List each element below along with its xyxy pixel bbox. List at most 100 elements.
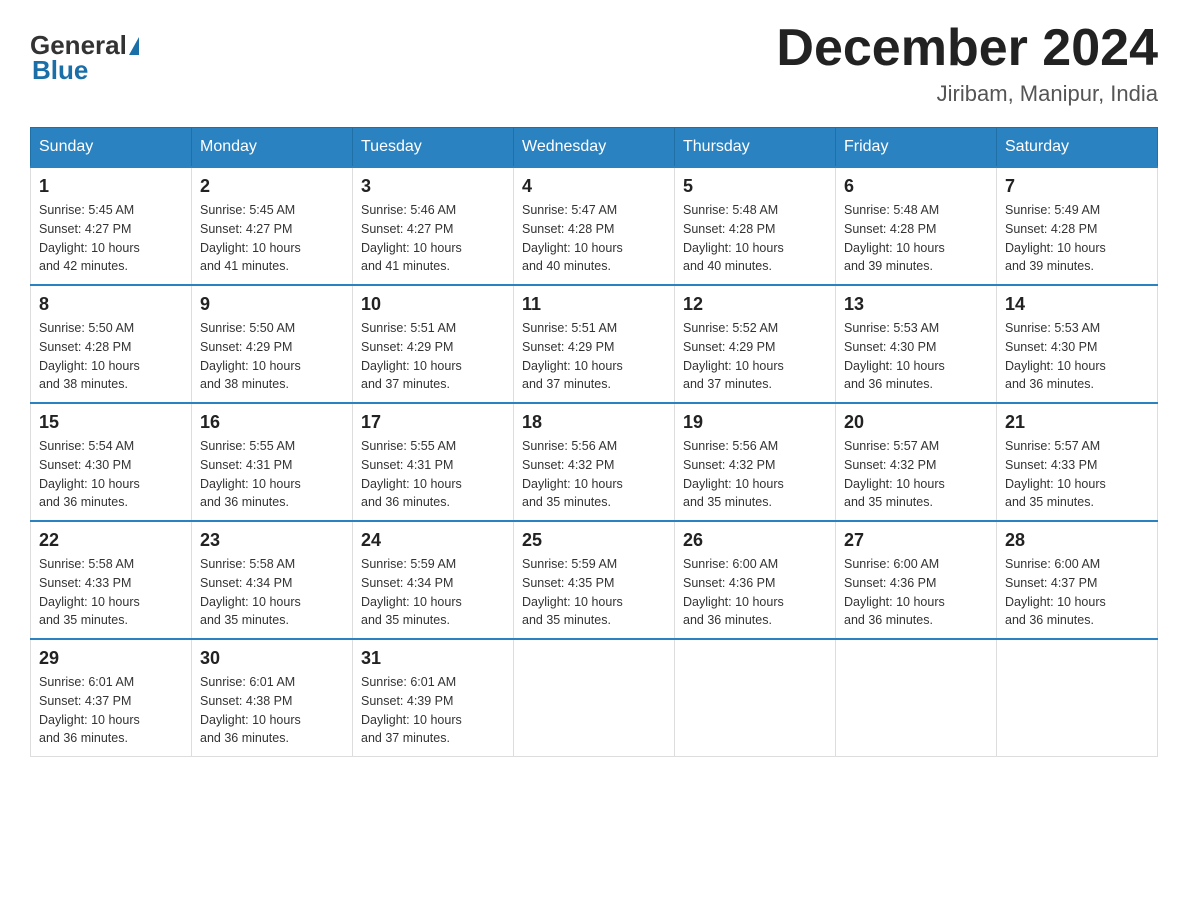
calendar-cell: 10 Sunrise: 5:51 AM Sunset: 4:29 PM Dayl… [353,285,514,403]
week-row-2: 8 Sunrise: 5:50 AM Sunset: 4:28 PM Dayli… [31,285,1158,403]
day-number: 21 [1005,412,1149,433]
day-number: 6 [844,176,988,197]
day-info: Sunrise: 5:59 AM Sunset: 4:35 PM Dayligh… [522,555,666,630]
day-info: Sunrise: 5:46 AM Sunset: 4:27 PM Dayligh… [361,201,505,276]
day-info: Sunrise: 5:47 AM Sunset: 4:28 PM Dayligh… [522,201,666,276]
calendar-cell: 22 Sunrise: 5:58 AM Sunset: 4:33 PM Dayl… [31,521,192,639]
day-info: Sunrise: 5:45 AM Sunset: 4:27 PM Dayligh… [39,201,183,276]
calendar-cell: 26 Sunrise: 6:00 AM Sunset: 4:36 PM Dayl… [675,521,836,639]
day-info: Sunrise: 5:53 AM Sunset: 4:30 PM Dayligh… [844,319,988,394]
day-number: 27 [844,530,988,551]
day-number: 12 [683,294,827,315]
day-number: 31 [361,648,505,669]
day-number: 10 [361,294,505,315]
day-number: 3 [361,176,505,197]
header-wednesday: Wednesday [514,128,675,168]
calendar-cell: 13 Sunrise: 5:53 AM Sunset: 4:30 PM Dayl… [836,285,997,403]
calendar-cell: 21 Sunrise: 5:57 AM Sunset: 4:33 PM Dayl… [997,403,1158,521]
location-subtitle: Jiribam, Manipur, India [776,81,1158,107]
day-info: Sunrise: 6:00 AM Sunset: 4:36 PM Dayligh… [844,555,988,630]
day-info: Sunrise: 5:56 AM Sunset: 4:32 PM Dayligh… [683,437,827,512]
day-info: Sunrise: 5:50 AM Sunset: 4:28 PM Dayligh… [39,319,183,394]
calendar-cell: 24 Sunrise: 5:59 AM Sunset: 4:34 PM Dayl… [353,521,514,639]
calendar-cell: 9 Sunrise: 5:50 AM Sunset: 4:29 PM Dayli… [192,285,353,403]
day-number: 20 [844,412,988,433]
day-info: Sunrise: 5:57 AM Sunset: 4:32 PM Dayligh… [844,437,988,512]
day-info: Sunrise: 5:55 AM Sunset: 4:31 PM Dayligh… [361,437,505,512]
day-info: Sunrise: 5:59 AM Sunset: 4:34 PM Dayligh… [361,555,505,630]
header-saturday: Saturday [997,128,1158,168]
day-info: Sunrise: 5:51 AM Sunset: 4:29 PM Dayligh… [522,319,666,394]
week-row-5: 29 Sunrise: 6:01 AM Sunset: 4:37 PM Dayl… [31,639,1158,757]
day-number: 13 [844,294,988,315]
day-info: Sunrise: 6:00 AM Sunset: 4:36 PM Dayligh… [683,555,827,630]
day-number: 26 [683,530,827,551]
weekday-header-row: Sunday Monday Tuesday Wednesday Thursday… [31,128,1158,168]
calendar-cell: 8 Sunrise: 5:50 AM Sunset: 4:28 PM Dayli… [31,285,192,403]
calendar-cell: 30 Sunrise: 6:01 AM Sunset: 4:38 PM Dayl… [192,639,353,757]
week-row-3: 15 Sunrise: 5:54 AM Sunset: 4:30 PM Dayl… [31,403,1158,521]
day-info: Sunrise: 5:58 AM Sunset: 4:34 PM Dayligh… [200,555,344,630]
day-info: Sunrise: 6:01 AM Sunset: 4:38 PM Dayligh… [200,673,344,748]
day-number: 30 [200,648,344,669]
calendar-cell [675,639,836,757]
day-number: 29 [39,648,183,669]
calendar-cell: 15 Sunrise: 5:54 AM Sunset: 4:30 PM Dayl… [31,403,192,521]
day-info: Sunrise: 5:48 AM Sunset: 4:28 PM Dayligh… [844,201,988,276]
header-monday: Monday [192,128,353,168]
day-number: 23 [200,530,344,551]
day-info: Sunrise: 6:01 AM Sunset: 4:37 PM Dayligh… [39,673,183,748]
calendar-cell: 29 Sunrise: 6:01 AM Sunset: 4:37 PM Dayl… [31,639,192,757]
day-info: Sunrise: 5:55 AM Sunset: 4:31 PM Dayligh… [200,437,344,512]
day-info: Sunrise: 5:53 AM Sunset: 4:30 PM Dayligh… [1005,319,1149,394]
calendar-cell: 5 Sunrise: 5:48 AM Sunset: 4:28 PM Dayli… [675,167,836,285]
calendar-cell: 12 Sunrise: 5:52 AM Sunset: 4:29 PM Dayl… [675,285,836,403]
title-area: December 2024 Jiribam, Manipur, India [776,20,1158,107]
day-number: 14 [1005,294,1149,315]
day-number: 1 [39,176,183,197]
calendar-title: December 2024 [776,20,1158,77]
calendar-cell: 28 Sunrise: 6:00 AM Sunset: 4:37 PM Dayl… [997,521,1158,639]
day-number: 25 [522,530,666,551]
day-info: Sunrise: 6:01 AM Sunset: 4:39 PM Dayligh… [361,673,505,748]
header-sunday: Sunday [31,128,192,168]
day-info: Sunrise: 5:48 AM Sunset: 4:28 PM Dayligh… [683,201,827,276]
day-number: 9 [200,294,344,315]
day-info: Sunrise: 5:58 AM Sunset: 4:33 PM Dayligh… [39,555,183,630]
day-info: Sunrise: 5:45 AM Sunset: 4:27 PM Dayligh… [200,201,344,276]
calendar-cell: 6 Sunrise: 5:48 AM Sunset: 4:28 PM Dayli… [836,167,997,285]
calendar-cell: 1 Sunrise: 5:45 AM Sunset: 4:27 PM Dayli… [31,167,192,285]
calendar-cell: 25 Sunrise: 5:59 AM Sunset: 4:35 PM Dayl… [514,521,675,639]
header: General Blue December 2024 Jiribam, Mani… [30,20,1158,107]
calendar-cell: 31 Sunrise: 6:01 AM Sunset: 4:39 PM Dayl… [353,639,514,757]
header-thursday: Thursday [675,128,836,168]
day-number: 16 [200,412,344,433]
calendar-cell: 3 Sunrise: 5:46 AM Sunset: 4:27 PM Dayli… [353,167,514,285]
calendar-cell: 19 Sunrise: 5:56 AM Sunset: 4:32 PM Dayl… [675,403,836,521]
calendar-cell: 27 Sunrise: 6:00 AM Sunset: 4:36 PM Dayl… [836,521,997,639]
day-number: 24 [361,530,505,551]
calendar-cell: 4 Sunrise: 5:47 AM Sunset: 4:28 PM Dayli… [514,167,675,285]
day-number: 22 [39,530,183,551]
day-number: 15 [39,412,183,433]
week-row-1: 1 Sunrise: 5:45 AM Sunset: 4:27 PM Dayli… [31,167,1158,285]
header-friday: Friday [836,128,997,168]
calendar-cell [514,639,675,757]
calendar-cell: 7 Sunrise: 5:49 AM Sunset: 4:28 PM Dayli… [997,167,1158,285]
day-number: 28 [1005,530,1149,551]
calendar-table: Sunday Monday Tuesday Wednesday Thursday… [30,127,1158,757]
day-number: 17 [361,412,505,433]
calendar-cell: 16 Sunrise: 5:55 AM Sunset: 4:31 PM Dayl… [192,403,353,521]
calendar-cell: 11 Sunrise: 5:51 AM Sunset: 4:29 PM Dayl… [514,285,675,403]
day-number: 11 [522,294,666,315]
calendar-cell [997,639,1158,757]
calendar-cell: 20 Sunrise: 5:57 AM Sunset: 4:32 PM Dayl… [836,403,997,521]
calendar-cell: 2 Sunrise: 5:45 AM Sunset: 4:27 PM Dayli… [192,167,353,285]
logo-blue-text: Blue [32,55,88,85]
day-number: 2 [200,176,344,197]
calendar-cell: 17 Sunrise: 5:55 AM Sunset: 4:31 PM Dayl… [353,403,514,521]
day-info: Sunrise: 5:56 AM Sunset: 4:32 PM Dayligh… [522,437,666,512]
logo-triangle-icon [129,37,139,55]
day-info: Sunrise: 5:52 AM Sunset: 4:29 PM Dayligh… [683,319,827,394]
day-number: 5 [683,176,827,197]
